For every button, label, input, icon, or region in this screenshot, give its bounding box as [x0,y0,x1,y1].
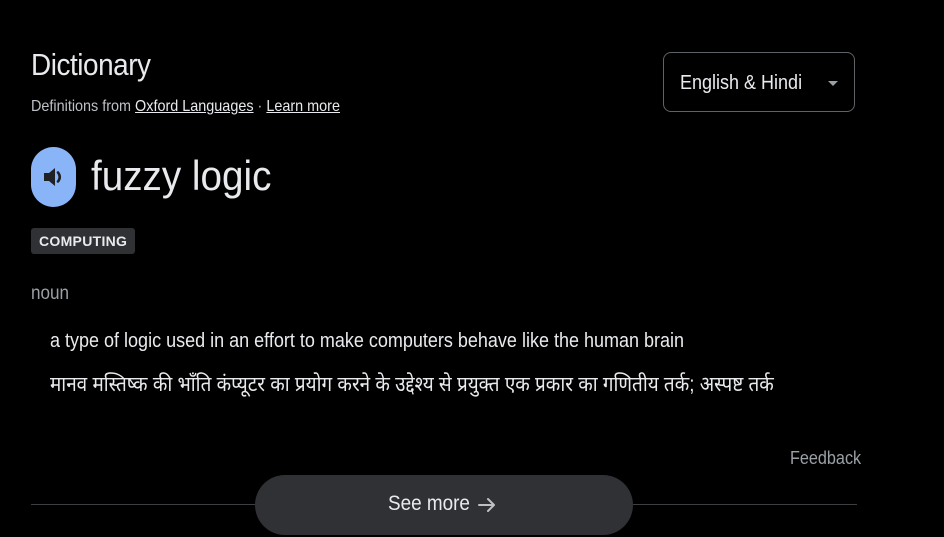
divider-left [31,504,255,505]
oxford-languages-link[interactable]: Oxford Languages [135,98,253,115]
domain-tag: COMPUTING [31,228,136,254]
learn-more-link[interactable]: Learn more [266,98,340,115]
dropdown-caret-icon [828,81,838,86]
source-separator: · [257,98,263,115]
definitions-source: Definitions from Oxford Languages · Lear… [31,98,340,116]
see-more-label: See more [388,492,470,515]
feedback-link[interactable]: Feedback [790,448,861,469]
arrow-right-icon [478,498,495,512]
language-select-value: English & Hindi [680,72,803,94]
pronunciation-button[interactable] [31,147,76,207]
definition-hindi: मानव मस्तिष्क की भाँति कंप्यूटर का प्रयो… [50,373,774,396]
divider-right [633,504,857,505]
headword: fuzzy logic [91,152,272,199]
part-of-speech: noun [31,283,70,304]
see-more-button[interactable]: See more [255,475,633,535]
definition-english: a type of logic used in an effort to mak… [50,330,685,352]
language-select[interactable]: English & Hindi [663,52,855,112]
dictionary-title: Dictionary [31,47,151,82]
volume-icon [44,168,62,186]
source-prefix: Definitions from [31,98,132,115]
